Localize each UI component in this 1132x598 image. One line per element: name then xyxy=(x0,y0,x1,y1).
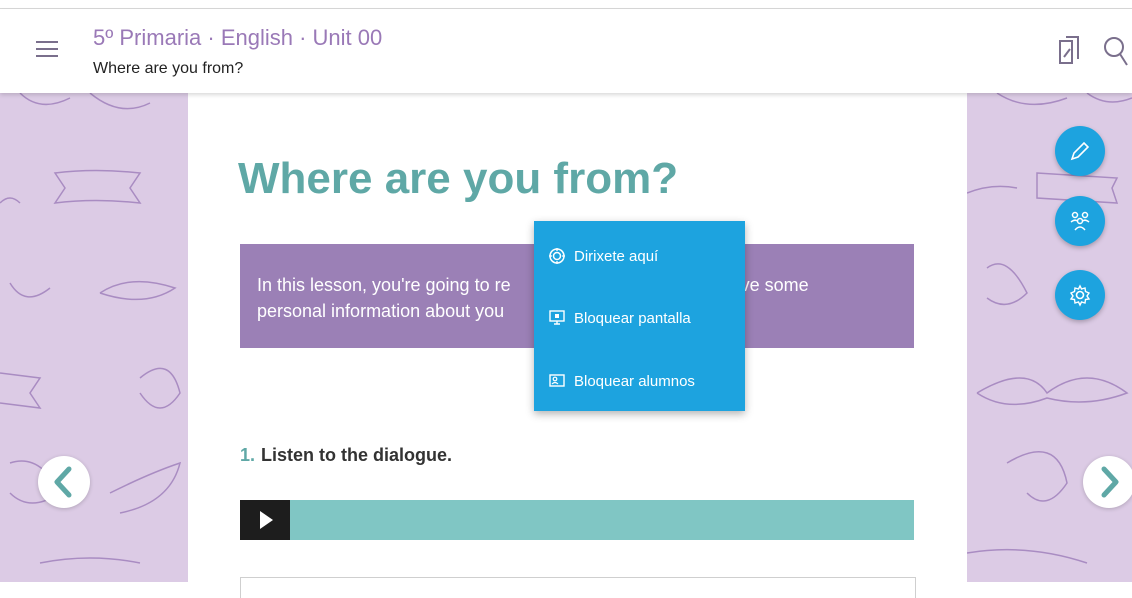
target-icon xyxy=(549,248,565,264)
right-pattern-panel xyxy=(967,93,1132,582)
menu-item-bloquear-alumnos[interactable]: Bloquear alumnos xyxy=(548,369,695,393)
menu-item-bloquear-pantalla[interactable]: Bloquear pantalla xyxy=(548,306,691,330)
lesson-subtitle: Where are you from? xyxy=(93,60,244,77)
exercise-number: 1. xyxy=(240,445,256,465)
pencil-icon[interactable] xyxy=(1055,126,1105,176)
teacher-actions-menu: Dirixete aquí Bloquear pantalla Bloquear… xyxy=(534,221,745,411)
left-pattern-panel xyxy=(0,93,188,582)
next-section-box xyxy=(240,577,916,598)
audio-player[interactable] xyxy=(240,500,914,540)
intro-line2-start: personal information about you xyxy=(257,301,505,321)
pages-icon[interactable] xyxy=(1054,31,1084,71)
play-icon[interactable] xyxy=(240,500,290,540)
window-top-edge xyxy=(0,0,1132,9)
menu-item-label: Bloquear alumnos xyxy=(574,372,695,390)
monitor-lock-icon xyxy=(549,310,565,325)
menu-item-label: Bloquear pantalla xyxy=(574,309,691,327)
mustache-pattern xyxy=(967,93,1132,564)
exercise-text: Listen to the dialogue. xyxy=(261,445,453,465)
exercise-heading: 1. Listen to the dialogue. xyxy=(240,445,452,466)
group-icon[interactable] xyxy=(1055,196,1105,246)
next-page-arrow-icon[interactable] xyxy=(1083,456,1132,508)
menu-item-label: Dirixete aquí xyxy=(574,247,659,265)
menu-item-dirixete-aqui[interactable]: Dirixete aquí xyxy=(548,244,658,268)
intro-line1-end: ve some xyxy=(740,275,809,295)
menu-icon[interactable] xyxy=(36,41,58,59)
course-title: 5º Primaria · English · Unit 00 xyxy=(93,25,383,50)
search-icon[interactable] xyxy=(1100,31,1130,71)
previous-page-arrow-icon[interactable] xyxy=(38,456,90,508)
app-header: 5º Primaria · English · Unit 00 Where ar… xyxy=(0,9,1132,93)
lesson-title: Where are you from? xyxy=(238,154,679,203)
student-lock-icon xyxy=(549,374,565,387)
intro-line1-start: In this lesson, you're going to re xyxy=(257,275,511,295)
gear-icon[interactable] xyxy=(1055,270,1105,320)
mustache-pattern xyxy=(0,93,182,564)
